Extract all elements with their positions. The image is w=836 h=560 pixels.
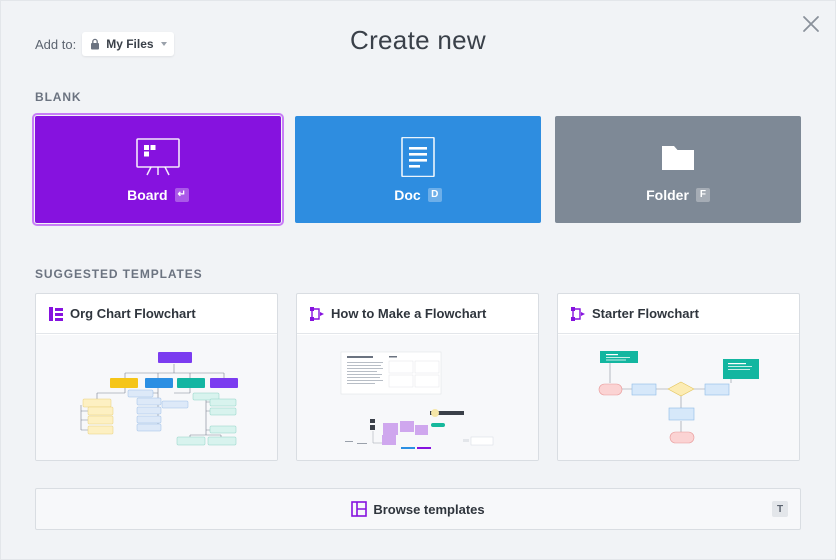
doc-label: Doc xyxy=(394,186,421,203)
org-chart-icon xyxy=(49,306,63,321)
board-icon xyxy=(136,137,180,175)
doc-shortcut: D xyxy=(427,187,442,202)
template-preview xyxy=(558,335,799,460)
browse-shortcut: T xyxy=(772,501,788,517)
board-label: Board xyxy=(127,186,168,203)
enter-key-icon: ↵ xyxy=(174,187,189,202)
folder-shortcut: F xyxy=(695,187,710,202)
template-title: Starter Flowchart xyxy=(592,306,699,321)
doc-icon xyxy=(401,136,435,177)
blank-section-heading: BLANK xyxy=(35,90,82,104)
folder-icon xyxy=(662,145,694,170)
template-preview xyxy=(297,335,538,460)
templates-icon xyxy=(351,501,368,517)
template-title: How to Make a Flowchart xyxy=(331,306,487,321)
close-icon[interactable] xyxy=(800,13,822,35)
template-org-chart-flowchart[interactable]: Org Chart Flowchart xyxy=(35,293,278,461)
flowchart-icon xyxy=(310,306,324,321)
folder-button[interactable]: Folder F xyxy=(555,116,801,223)
template-preview xyxy=(36,335,277,460)
template-title: Org Chart Flowchart xyxy=(70,306,196,321)
folder-label: Folder xyxy=(646,186,689,203)
page-title: Create new xyxy=(350,25,486,55)
templates-section-heading: SUGGESTED TEMPLATES xyxy=(35,267,203,281)
template-starter-flowchart[interactable]: Starter Flowchart xyxy=(557,293,800,461)
template-how-to-make-a-flowchart[interactable]: How to Make a Flowchart xyxy=(296,293,539,461)
create-new-dialog: Add to: My Files Create new BLANK Board … xyxy=(0,0,836,560)
browse-templates-label: Browse templates xyxy=(373,501,485,517)
board-button[interactable]: Board ↵ xyxy=(32,113,284,226)
flowchart-icon xyxy=(571,306,585,321)
browse-templates-button[interactable]: Browse templates T xyxy=(35,488,801,530)
doc-button[interactable]: Doc D xyxy=(295,116,541,223)
